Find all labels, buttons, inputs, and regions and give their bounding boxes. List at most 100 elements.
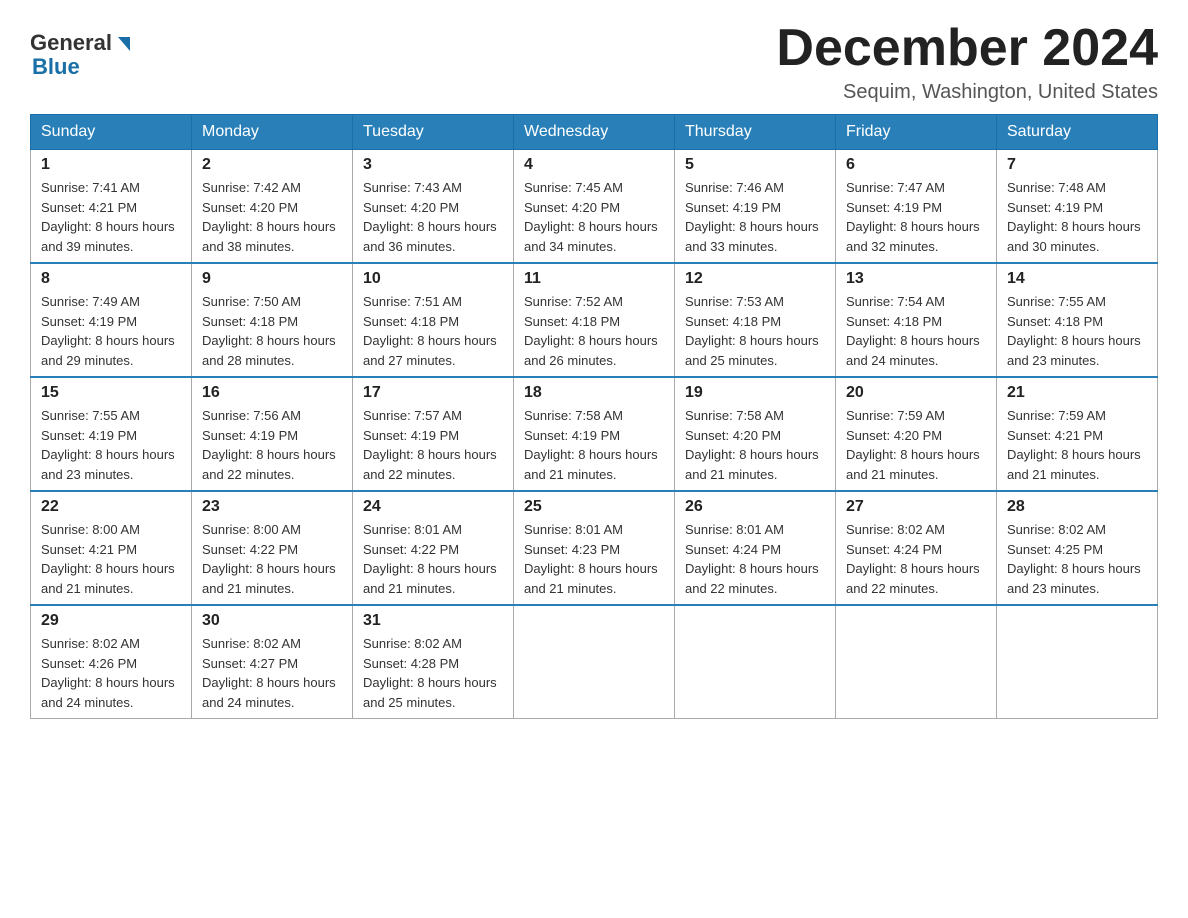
calendar-day-cell: 20Sunrise: 7:59 AMSunset: 4:20 PMDayligh…	[836, 377, 997, 491]
calendar-day-cell	[514, 605, 675, 719]
day-info: Sunrise: 7:45 AMSunset: 4:20 PMDaylight:…	[524, 178, 664, 256]
weekday-header-monday: Monday	[192, 115, 353, 150]
calendar-day-cell: 19 Sunrise: 7:58 AMSunset: 4:20 PMDayligh…	[675, 377, 836, 491]
weekday-header-saturday: Saturday	[997, 115, 1158, 150]
weekday-header-thursday: Thursday	[675, 115, 836, 150]
calendar-day-cell	[836, 605, 997, 719]
day-number: 15	[41, 384, 181, 402]
weekday-header-friday: Friday	[836, 115, 997, 150]
calendar-table: SundayMondayTuesdayWednesdayThursdayFrid…	[30, 114, 1158, 719]
calendar-day-cell: 9 Sunrise: 7:50 AMSunset: 4:18 PMDaylight…	[192, 263, 353, 377]
day-info: Sunrise: 8:02 AMSunset: 4:26 PMDaylight:…	[41, 634, 181, 712]
day-number: 24	[363, 498, 503, 516]
day-number: 12	[685, 270, 825, 288]
weekday-header-wednesday: Wednesday	[514, 115, 675, 150]
logo-general-text: General	[30, 30, 112, 56]
day-info: Sunrise: 7:59 AMSunset: 4:21 PMDaylight:…	[1007, 406, 1147, 484]
day-number: 29	[41, 612, 181, 630]
calendar-day-cell	[997, 605, 1158, 719]
calendar-day-cell: 22 Sunrise: 8:00 AMSunset: 4:21 PMDayligh…	[31, 491, 192, 605]
calendar-day-cell: 10 Sunrise: 7:51 AMSunset: 4:18 PMDayligh…	[353, 263, 514, 377]
day-number: 10	[363, 270, 503, 288]
calendar-day-cell: 16 Sunrise: 7:56 AMSunset: 4:19 PMDayligh…	[192, 377, 353, 491]
day-info: Sunrise: 7:50 AMSunset: 4:18 PMDaylight:…	[202, 292, 342, 370]
day-number: 28	[1007, 498, 1147, 516]
day-info: Sunrise: 7:53 AMSunset: 4:18 PMDaylight:…	[685, 292, 825, 370]
day-number: 22	[41, 498, 181, 516]
month-title: December 2024	[776, 20, 1158, 77]
day-info: Sunrise: 7:55 AMSunset: 4:19 PMDaylight:…	[41, 406, 181, 484]
day-info: Sunrise: 8:02 AMSunset: 4:24 PMDaylight:…	[846, 520, 986, 598]
day-info: Sunrise: 7:54 AMSunset: 4:18 PMDaylight:…	[846, 292, 986, 370]
day-info: Sunrise: 8:01 AMSunset: 4:24 PMDaylight:…	[685, 520, 825, 598]
calendar-day-cell: 18 Sunrise: 7:58 AMSunset: 4:19 PMDayligh…	[514, 377, 675, 491]
logo: General Blue	[30, 30, 130, 80]
day-number: 16	[202, 384, 342, 402]
calendar-day-cell	[675, 605, 836, 719]
calendar-day-cell: 11 Sunrise: 7:52 AMSunset: 4:18 PMDayligh…	[514, 263, 675, 377]
calendar-week-row: 29 Sunrise: 8:02 AMSunset: 4:26 PMDayligh…	[31, 605, 1158, 719]
day-number: 14	[1007, 270, 1147, 288]
location-subtitle: Sequim, Washington, United States	[776, 81, 1158, 104]
day-info: Sunrise: 7:52 AMSunset: 4:18 PMDaylight:…	[524, 292, 664, 370]
day-number: 25	[524, 498, 664, 516]
calendar-day-cell: 1Sunrise: 7:41 AMSunset: 4:21 PMDaylight…	[31, 150, 192, 264]
calendar-day-cell: 6Sunrise: 7:47 AMSunset: 4:19 PMDaylight…	[836, 150, 997, 264]
day-number: 31	[363, 612, 503, 630]
calendar-day-cell: 23 Sunrise: 8:00 AMSunset: 4:22 PMDayligh…	[192, 491, 353, 605]
calendar-day-cell: 24 Sunrise: 8:01 AMSunset: 4:22 PMDayligh…	[353, 491, 514, 605]
calendar-day-cell: 27 Sunrise: 8:02 AMSunset: 4:24 PMDayligh…	[836, 491, 997, 605]
day-info: Sunrise: 7:51 AMSunset: 4:18 PMDaylight:…	[363, 292, 503, 370]
calendar-week-row: 15 Sunrise: 7:55 AMSunset: 4:19 PMDayligh…	[31, 377, 1158, 491]
day-number: 7	[1007, 156, 1147, 174]
calendar-week-row: 22 Sunrise: 8:00 AMSunset: 4:21 PMDayligh…	[31, 491, 1158, 605]
calendar-day-cell: 14Sunrise: 7:55 AMSunset: 4:18 PMDayligh…	[997, 263, 1158, 377]
logo-arrow-icon	[118, 37, 130, 51]
calendar-day-cell: 4 Sunrise: 7:45 AMSunset: 4:20 PMDaylight…	[514, 150, 675, 264]
day-info: Sunrise: 8:00 AMSunset: 4:22 PMDaylight:…	[202, 520, 342, 598]
day-info: Sunrise: 7:49 AMSunset: 4:19 PMDaylight:…	[41, 292, 181, 370]
day-number: 5	[685, 156, 825, 174]
calendar-day-cell: 30Sunrise: 8:02 AMSunset: 4:27 PMDayligh…	[192, 605, 353, 719]
day-number: 3	[363, 156, 503, 174]
calendar-day-cell: 15 Sunrise: 7:55 AMSunset: 4:19 PMDayligh…	[31, 377, 192, 491]
day-number: 23	[202, 498, 342, 516]
day-number: 19	[685, 384, 825, 402]
day-number: 20	[846, 384, 986, 402]
day-number: 4	[524, 156, 664, 174]
day-info: Sunrise: 7:48 AMSunset: 4:19 PMDaylight:…	[1007, 178, 1147, 256]
day-info: Sunrise: 7:57 AMSunset: 4:19 PMDaylight:…	[363, 406, 503, 484]
day-info: Sunrise: 7:58 AMSunset: 4:20 PMDaylight:…	[685, 406, 825, 484]
calendar-day-cell: 17 Sunrise: 7:57 AMSunset: 4:19 PMDayligh…	[353, 377, 514, 491]
calendar-day-cell: 13 Sunrise: 7:54 AMSunset: 4:18 PMDayligh…	[836, 263, 997, 377]
title-area: December 2024 Sequim, Washington, United…	[776, 20, 1158, 104]
calendar-day-cell: 5 Sunrise: 7:46 AMSunset: 4:19 PMDaylight…	[675, 150, 836, 264]
calendar-day-cell: 3Sunrise: 7:43 AMSunset: 4:20 PMDaylight…	[353, 150, 514, 264]
day-info: Sunrise: 8:01 AMSunset: 4:23 PMDaylight:…	[524, 520, 664, 598]
day-info: Sunrise: 7:58 AMSunset: 4:19 PMDaylight:…	[524, 406, 664, 484]
calendar-week-row: 8Sunrise: 7:49 AMSunset: 4:19 PMDaylight…	[31, 263, 1158, 377]
day-number: 13	[846, 270, 986, 288]
calendar-day-cell: 25 Sunrise: 8:01 AMSunset: 4:23 PMDayligh…	[514, 491, 675, 605]
day-info: Sunrise: 8:00 AMSunset: 4:21 PMDaylight:…	[41, 520, 181, 598]
day-info: Sunrise: 7:46 AMSunset: 4:19 PMDaylight:…	[685, 178, 825, 256]
day-number: 2	[202, 156, 342, 174]
day-info: Sunrise: 7:42 AMSunset: 4:20 PMDaylight:…	[202, 178, 342, 256]
day-number: 11	[524, 270, 664, 288]
day-number: 1	[41, 156, 181, 174]
day-info: Sunrise: 7:47 AMSunset: 4:19 PMDaylight:…	[846, 178, 986, 256]
calendar-day-cell: 12 Sunrise: 7:53 AMSunset: 4:18 PMDayligh…	[675, 263, 836, 377]
day-info: Sunrise: 8:01 AMSunset: 4:22 PMDaylight:…	[363, 520, 503, 598]
page-header: General Blue December 2024 Sequim, Washi…	[30, 20, 1158, 104]
day-number: 17	[363, 384, 503, 402]
calendar-day-cell: 29 Sunrise: 8:02 AMSunset: 4:26 PMDayligh…	[31, 605, 192, 719]
day-number: 18	[524, 384, 664, 402]
weekday-header-sunday: Sunday	[31, 115, 192, 150]
calendar-day-cell: 8Sunrise: 7:49 AMSunset: 4:19 PMDaylight…	[31, 263, 192, 377]
day-info: Sunrise: 7:56 AMSunset: 4:19 PMDaylight:…	[202, 406, 342, 484]
day-number: 9	[202, 270, 342, 288]
day-info: Sunrise: 8:02 AMSunset: 4:28 PMDaylight:…	[363, 634, 503, 712]
day-number: 27	[846, 498, 986, 516]
day-info: Sunrise: 8:02 AMSunset: 4:25 PMDaylight:…	[1007, 520, 1147, 598]
day-number: 21	[1007, 384, 1147, 402]
